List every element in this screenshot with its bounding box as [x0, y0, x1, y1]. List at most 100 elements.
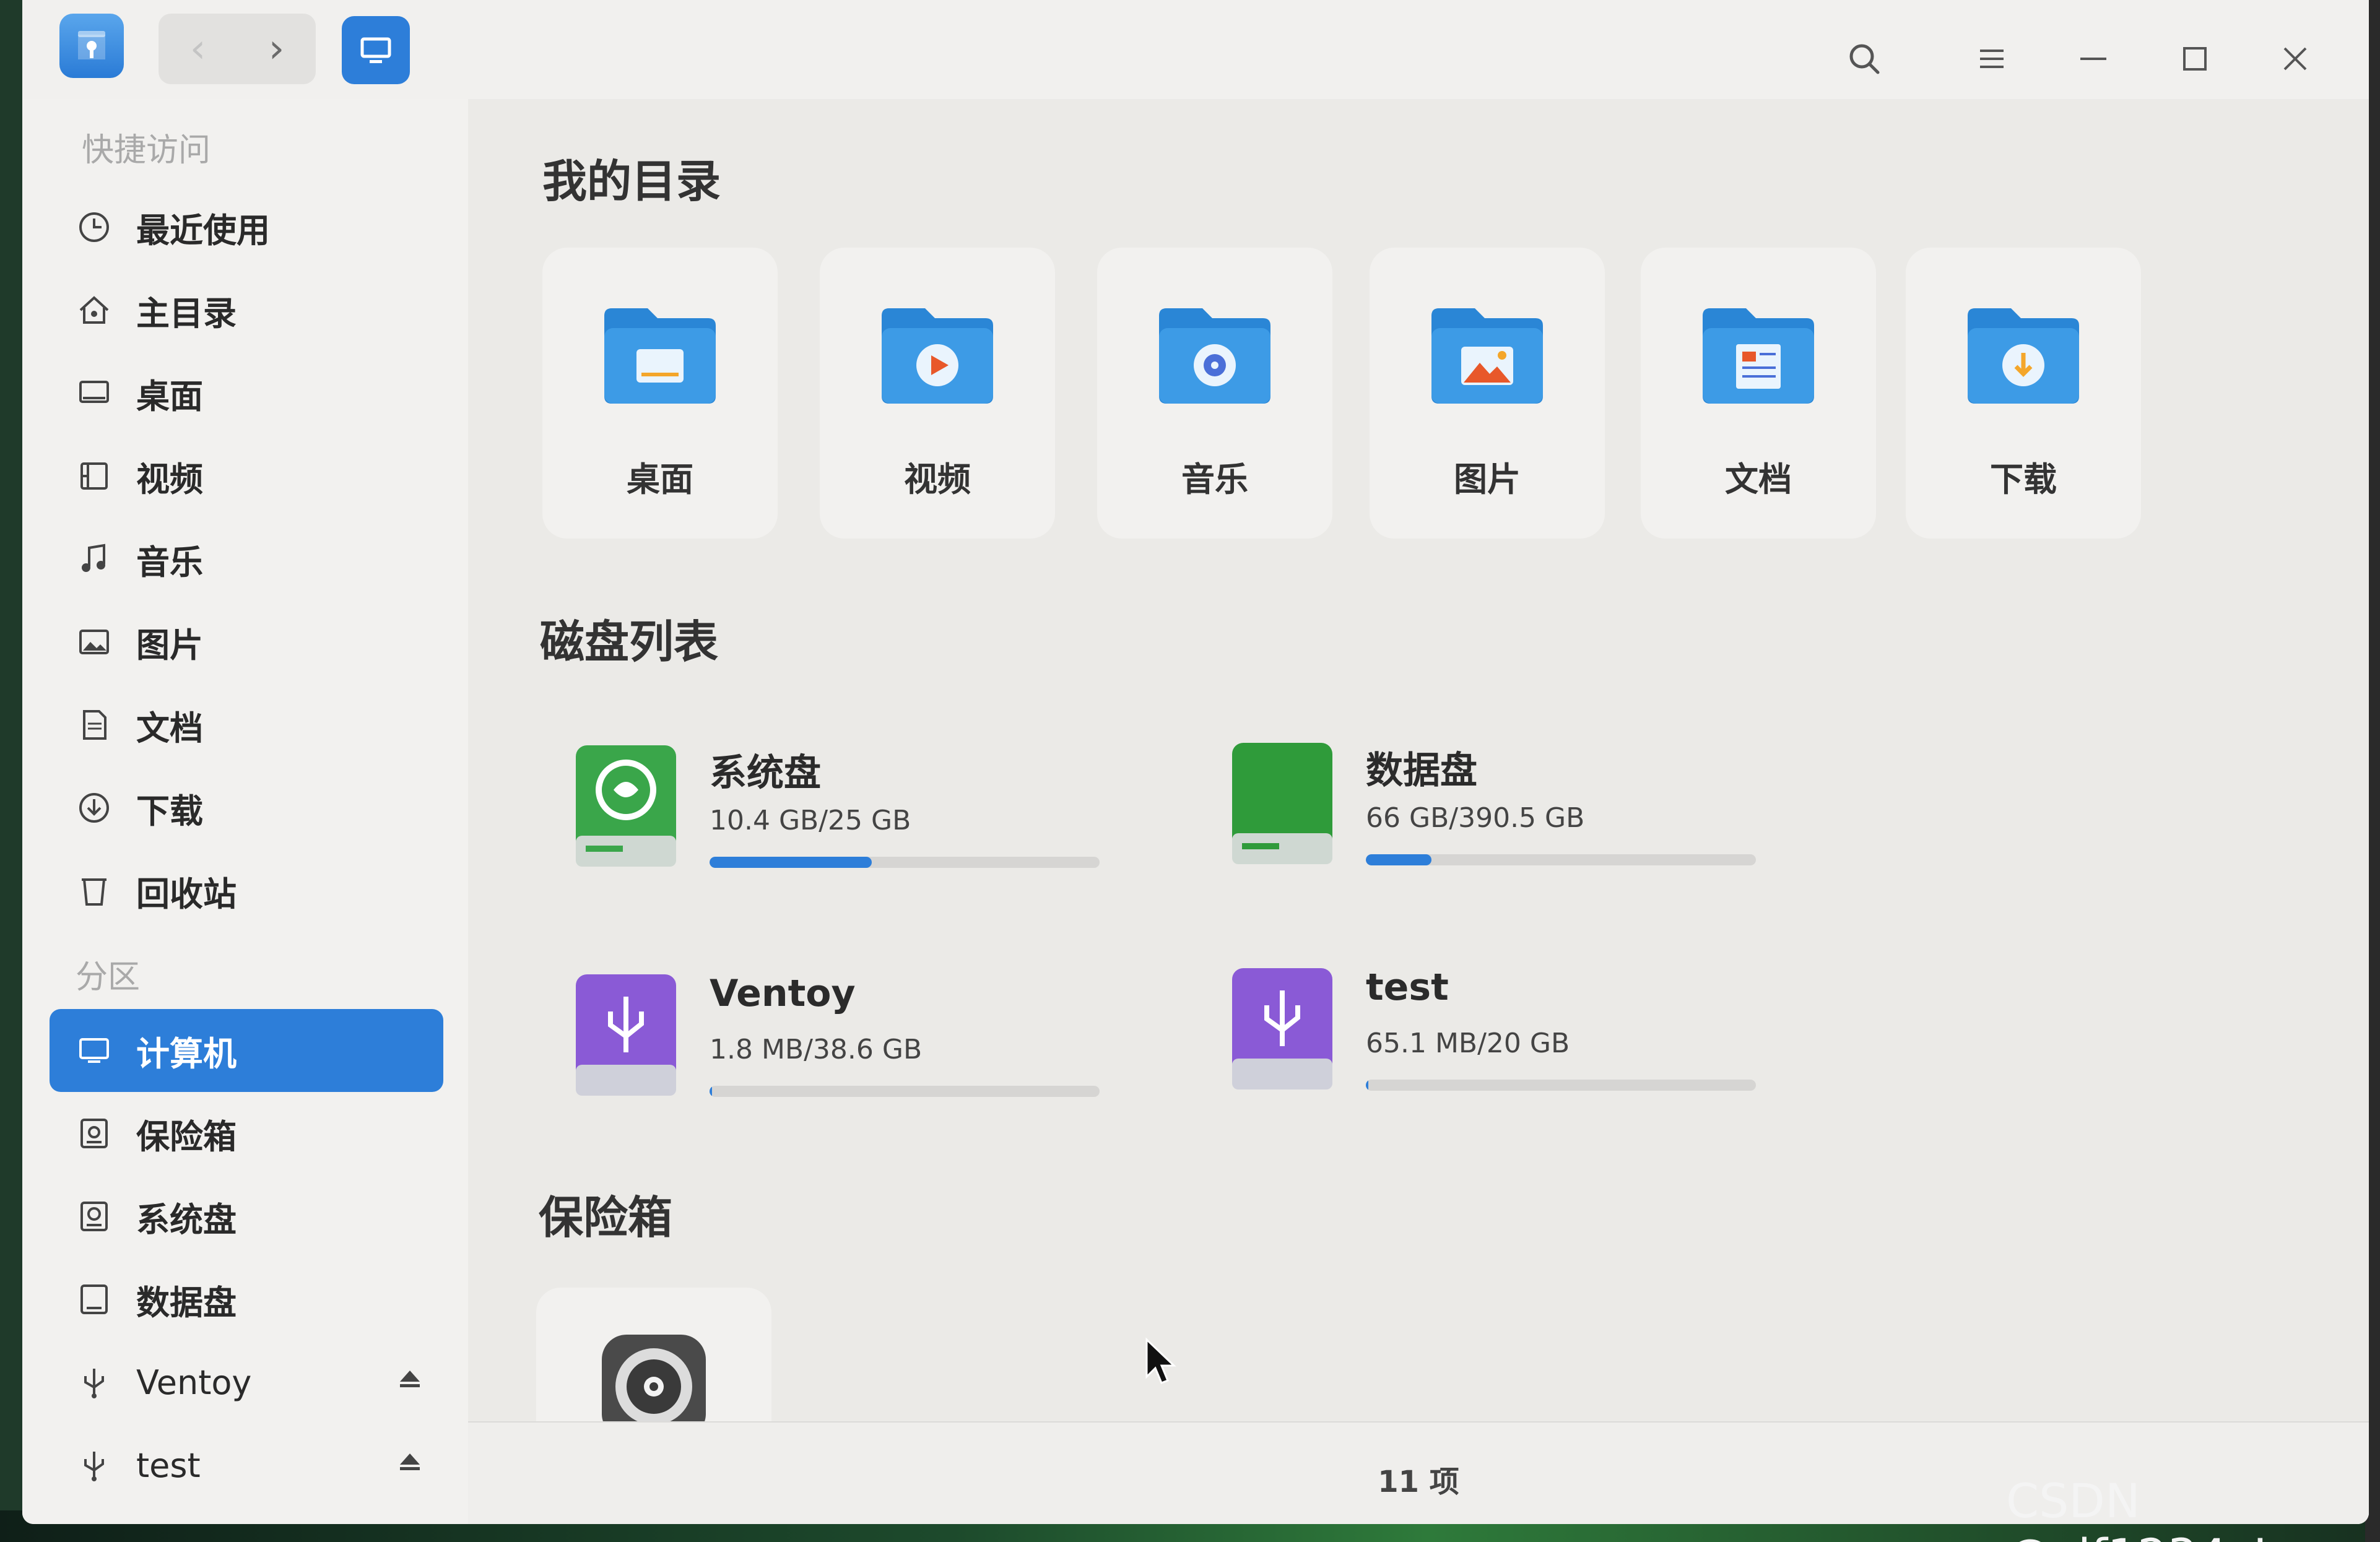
forward-button[interactable]: ›	[237, 14, 316, 84]
disk-name: 数据盘	[1366, 749, 1477, 792]
music-note-icon	[74, 539, 114, 579]
usb-icon	[74, 1445, 114, 1485]
eject-icon[interactable]	[399, 1369, 421, 1388]
maximize-icon	[2183, 47, 2207, 71]
sidebar-item-label: 文档	[136, 708, 203, 748]
sidebar-item-data-disk[interactable]: 数据盘	[50, 1258, 443, 1341]
disk-item-data[interactable]: 数据盘 66 GB/390.5 GB	[1211, 728, 1830, 889]
disk-usage-bar	[710, 1086, 1100, 1097]
dir-label: 音乐	[1181, 460, 1248, 499]
back-button[interactable]: ‹	[159, 14, 237, 84]
usb-icon	[74, 1362, 114, 1402]
usb-drive-icon	[576, 974, 676, 1096]
watermark-text: CSDN @zlf1234_!	[2006, 1473, 2270, 1542]
disk-usage-bar	[1366, 1080, 1756, 1091]
disk-name: test	[1366, 966, 1449, 1009]
disk-icon	[74, 1280, 114, 1319]
music-folder-icon	[1159, 308, 1270, 404]
disk-size: 66 GB/390.5 GB	[1366, 802, 1585, 834]
dir-card-documents[interactable]: 文档	[1641, 248, 1876, 539]
sidebar-item-label: Ventoy	[136, 1362, 252, 1402]
sidebar-item-test[interactable]: test	[50, 1424, 443, 1507]
disk-usage-fill	[710, 1086, 712, 1097]
dir-card-videos[interactable]: 视频	[820, 248, 1055, 539]
dir-label: 文档	[1725, 460, 1792, 499]
sidebar-item-music[interactable]: 音乐	[50, 518, 443, 600]
download-icon	[74, 788, 114, 828]
disk-usage-fill	[710, 857, 872, 868]
dir-card-downloads[interactable]: 下载	[1906, 248, 2141, 539]
sidebar-item-desktop[interactable]: 桌面	[50, 352, 443, 435]
my-directories-title: 我的目录	[542, 155, 721, 207]
disk-list-title: 磁盘列表	[540, 616, 719, 668]
computer-view-button[interactable]	[342, 16, 410, 84]
disk-item-ventoy[interactable]: Ventoy 1.8 MB/38.6 GB	[555, 959, 1174, 1120]
sidebar-item-label: 最近使用	[136, 210, 270, 250]
close-icon	[2283, 47, 2307, 71]
quick-access-heading: 快捷访问	[82, 132, 211, 169]
sidebar-item-recent[interactable]: 最近使用	[50, 186, 443, 269]
dir-card-desktop[interactable]: 桌面	[542, 248, 778, 539]
sidebar-item-ventoy[interactable]: Ventoy	[50, 1341, 443, 1424]
sidebar-item-label: 桌面	[136, 376, 203, 416]
search-icon	[1849, 44, 1880, 74]
desktop-icon	[74, 373, 114, 413]
sidebar-item-label: 图片	[136, 625, 203, 665]
sidebar-item-documents[interactable]: 文档	[50, 683, 443, 766]
search-button[interactable]	[1843, 37, 1886, 80]
desktop-folder-icon	[604, 308, 716, 404]
disk-icon	[74, 1197, 114, 1236]
pictures-folder-icon	[1431, 308, 1543, 404]
partition-heading: 分区	[76, 959, 141, 996]
minimize-icon	[2080, 58, 2106, 60]
sidebar-item-label: 数据盘	[136, 1283, 237, 1322]
chevron-left-icon: ‹	[189, 26, 206, 72]
downloads-folder-icon	[1968, 308, 2079, 404]
sidebar-item-home[interactable]: 主目录	[50, 269, 443, 352]
disk-usage-fill	[1366, 854, 1432, 865]
documents-folder-icon	[1703, 308, 1814, 404]
sidebar-item-label: 下载	[136, 791, 203, 831]
data-drive-icon	[1232, 743, 1332, 864]
dir-label: 视频	[904, 460, 971, 499]
sidebar-item-trash[interactable]: 回收站	[50, 849, 443, 932]
disk-item-test[interactable]: test 65.1 MB/20 GB	[1211, 953, 1830, 1114]
chevron-right-icon: ›	[268, 26, 285, 72]
minimize-button[interactable]	[2072, 37, 2115, 80]
sidebar-item-label: 保险箱	[136, 1117, 237, 1156]
sidebar-item-label: 计算机	[136, 1034, 237, 1073]
dir-card-music[interactable]: 音乐	[1097, 248, 1332, 539]
dir-label: 下载	[1990, 460, 2057, 499]
maximize-button[interactable]	[2173, 37, 2217, 80]
disk-name: 系统盘	[710, 752, 821, 795]
app-logo-icon[interactable]	[59, 14, 124, 78]
disk-usage-bar	[710, 857, 1100, 868]
home-icon	[74, 290, 114, 330]
disk-name: Ventoy	[710, 972, 856, 1015]
sidebar: 快捷访问 最近使用 主目录 桌面 视频 音乐 图片 文档 下载 回收站 分区 计…	[22, 99, 468, 1524]
file-manager-window: ‹ › 快捷访问 最近使用 主目录 桌面 视频 音乐 图片 文档 下载 回收站 …	[22, 0, 2369, 1524]
dir-card-pictures[interactable]: 图片	[1370, 248, 1605, 539]
sidebar-item-downloads[interactable]: 下载	[50, 766, 443, 849]
main-content: 我的目录 桌面 视频 音乐 图片 文档 下载 磁盘列表 系统盘 10.4 GB/…	[468, 99, 2369, 1524]
close-button[interactable]	[2274, 37, 2317, 80]
image-icon	[74, 622, 114, 662]
trash-icon	[74, 871, 114, 911]
eject-icon[interactable]	[399, 1452, 421, 1471]
disk-item-system[interactable]: 系统盘 10.4 GB/25 GB	[555, 730, 1174, 891]
computer-icon	[74, 1031, 114, 1070]
sidebar-item-label: 系统盘	[136, 1200, 237, 1239]
disk-usage-fill	[1366, 1080, 1368, 1091]
document-icon	[74, 705, 114, 745]
disk-size: 65.1 MB/20 GB	[1366, 1028, 1570, 1059]
sidebar-item-vault[interactable]: 保险箱	[50, 1092, 443, 1175]
usb-drive-icon	[1232, 968, 1332, 1089]
dir-label: 桌面	[627, 460, 693, 499]
sidebar-item-label: 回收站	[136, 874, 237, 914]
sidebar-item-pictures[interactable]: 图片	[50, 600, 443, 683]
sidebar-item-computer[interactable]: 计算机	[50, 1009, 443, 1092]
main-menu-button[interactable]	[1970, 37, 2013, 80]
sidebar-item-system-disk[interactable]: 系统盘	[50, 1175, 443, 1258]
sidebar-item-videos[interactable]: 视频	[50, 435, 443, 518]
disk-size: 1.8 MB/38.6 GB	[710, 1034, 923, 1065]
